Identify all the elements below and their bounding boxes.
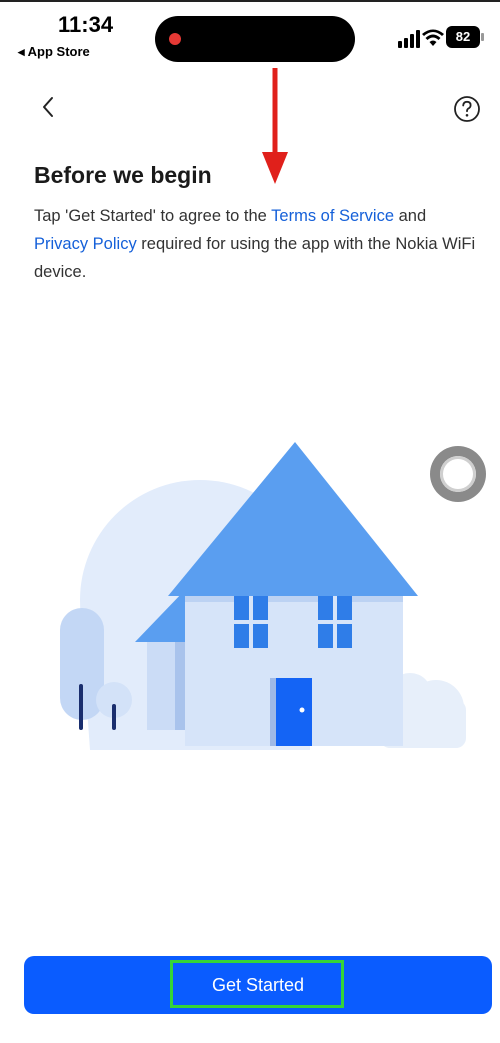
status-time: 11:34 <box>58 12 114 37</box>
wifi-icon <box>422 29 444 46</box>
house-illustration <box>60 442 466 750</box>
signal-icon <box>398 30 420 48</box>
desc-text-1: Tap 'Get Started' to agree to the <box>34 207 272 225</box>
get-started-label: Get Started <box>211 975 305 995</box>
app-screen: 11:34 ◂ App Store 82 Before we begin Tap… <box>0 0 500 1043</box>
dynamic-island <box>155 16 355 62</box>
question-circle-icon[interactable] <box>452 94 482 124</box>
battery-level: 82 <box>446 26 480 48</box>
assistive-touch-button[interactable] <box>430 446 486 502</box>
recording-indicator-icon <box>169 33 181 45</box>
terms-of-service-link[interactable]: Terms of Service <box>271 207 394 225</box>
screenshot-border <box>0 0 500 2</box>
back-to-app-store-link[interactable]: ◂ App Store <box>18 44 90 60</box>
page-title: Before we begin <box>34 162 212 188</box>
privacy-policy-link[interactable]: Privacy Policy <box>34 235 137 253</box>
status-icons: 82 <box>398 26 488 50</box>
assistive-touch-inner <box>440 456 476 492</box>
terms-description: Tap 'Get Started' to agree to the Terms … <box>34 202 484 286</box>
chevron-left-icon[interactable] <box>34 92 64 122</box>
desc-text-2: and <box>394 207 427 225</box>
annotation-arrow-icon <box>262 68 288 184</box>
battery-tip <box>481 33 484 41</box>
get-started-button[interactable]: Get Started <box>24 956 492 1014</box>
